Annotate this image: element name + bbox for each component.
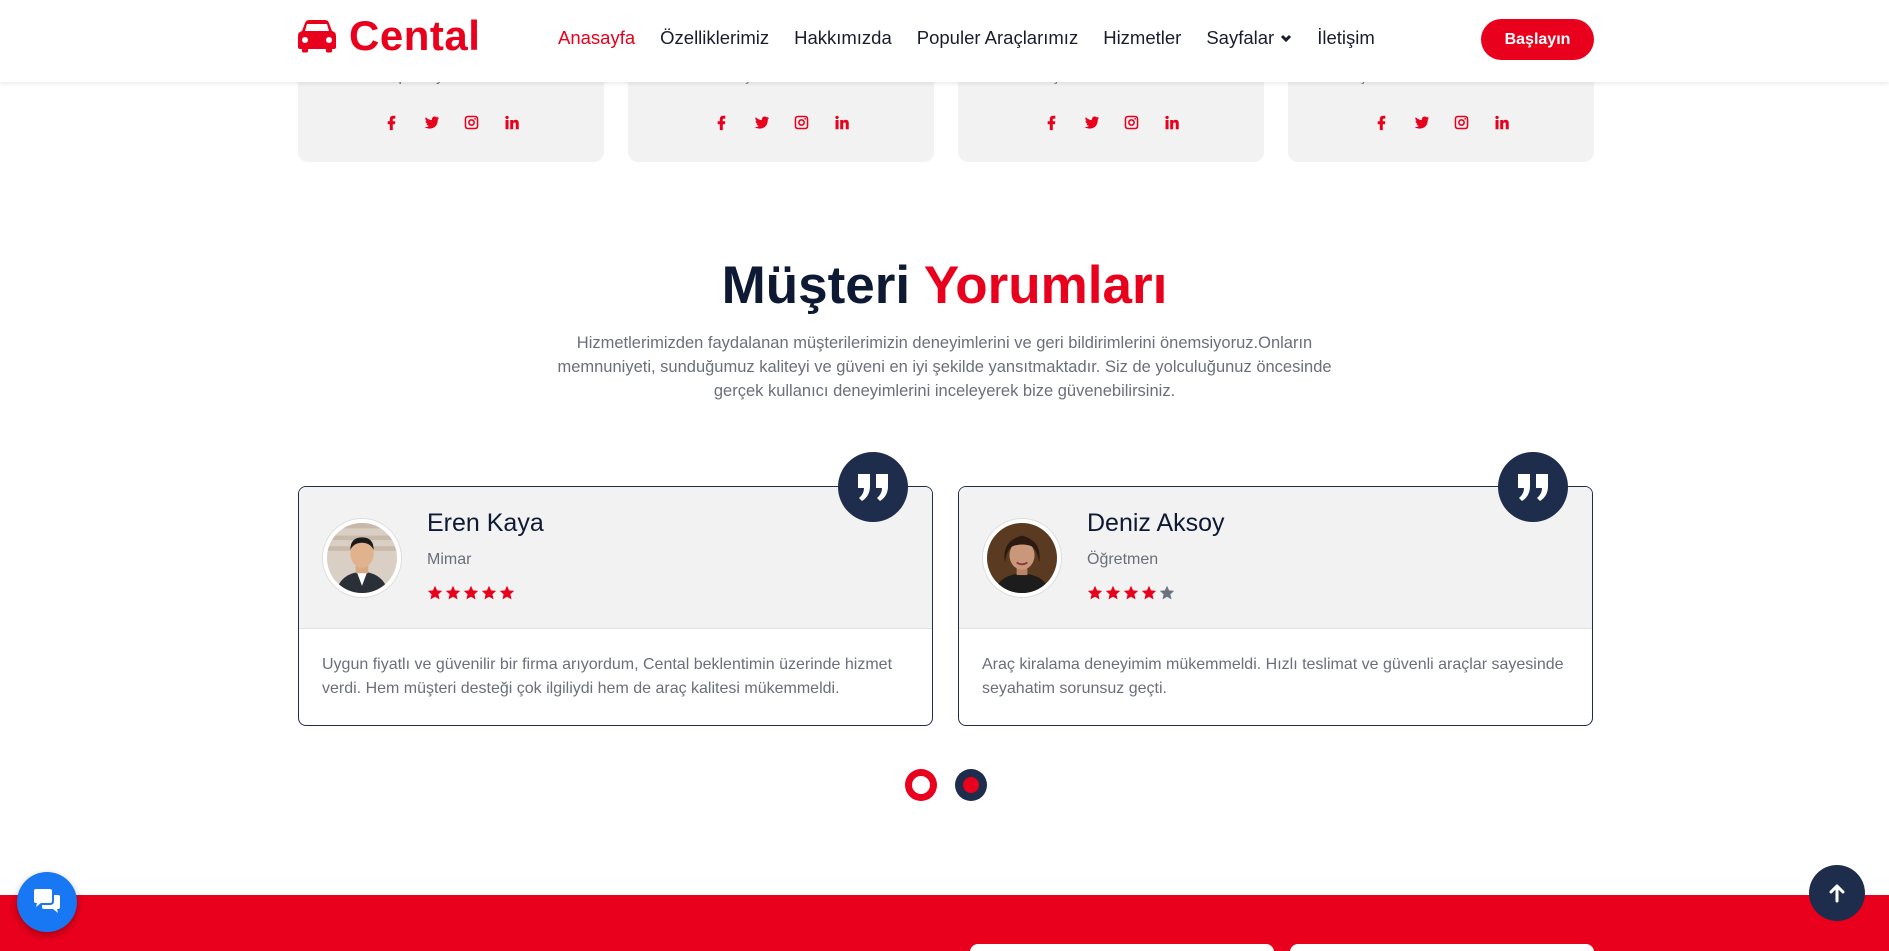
carousel-pagination <box>905 769 987 801</box>
instagram-icon[interactable] <box>791 112 811 132</box>
footer-input-field[interactable] <box>970 944 1274 951</box>
team-social-links <box>628 112 934 132</box>
brand-name: Cental <box>349 12 481 59</box>
testimonial-text: Uygun fiyatlı ve güvenilir bir firma arı… <box>322 656 893 697</box>
star-filled-icon <box>1087 585 1103 601</box>
section-title: Müşteri Yorumları <box>0 255 1889 316</box>
brand-logo[interactable]: Cental <box>297 12 480 60</box>
avatar <box>983 519 1061 597</box>
quote-glyph <box>858 474 888 501</box>
title-part-dark: Müşteri <box>721 256 911 315</box>
star-filled-icon <box>499 585 515 601</box>
team-social-links <box>1288 112 1594 132</box>
nav-item-ozelliklerimiz[interactable]: Özelliklerimiz <box>660 27 769 49</box>
back-to-top-button[interactable] <box>1809 865 1865 921</box>
star-filled-icon <box>1141 585 1157 601</box>
nav-item-iletisim[interactable]: İletişim <box>1317 27 1375 49</box>
nav-item-label: Hakkımızda <box>794 27 892 48</box>
twitter-icon[interactable] <box>421 112 441 132</box>
twitter-icon[interactable] <box>751 112 771 132</box>
star-filled-icon <box>463 585 479 601</box>
title-part-red: Yorumları <box>923 256 1168 315</box>
instagram-icon[interactable] <box>461 112 481 132</box>
testimonial-header: Eren Kaya Mimar <box>299 487 932 629</box>
quote-icon <box>1498 452 1568 522</box>
testimonial-job: Mimar <box>427 551 472 568</box>
twitter-icon[interactable] <box>1411 112 1431 132</box>
nav-item-label: Özelliklerimiz <box>660 27 770 48</box>
chat-button[interactable] <box>17 872 77 932</box>
linkedin-icon[interactable] <box>831 112 851 132</box>
twitter-icon[interactable] <box>1081 112 1101 132</box>
footer-banner <box>0 895 1889 951</box>
facebook-icon[interactable] <box>711 112 731 132</box>
avatar-image <box>327 523 397 593</box>
testimonial-name: Eren Kaya <box>427 509 544 537</box>
star-empty-icon <box>1159 585 1175 601</box>
testimonial-job: Öğretmen <box>1087 551 1159 568</box>
quote-icon <box>838 452 908 522</box>
testimonial-card: Eren Kaya Mimar Uygun fiyatlı ve güvenil… <box>298 452 933 726</box>
star-filled-icon <box>445 585 461 601</box>
carousel-dot-1[interactable] <box>905 769 937 801</box>
nav-item-label: Sayfalar <box>1206 27 1275 48</box>
quote-glyph <box>1518 474 1548 501</box>
navbar: Cental Anasayfa Özelliklerimiz Hakkımızd… <box>0 0 1889 82</box>
testimonial-text: Araç kiralama deneyimim mükemmeldi. Hızl… <box>982 656 1564 697</box>
footer-input-field[interactable] <box>1290 944 1594 951</box>
carousel-dot-2[interactable] <box>955 769 987 801</box>
facebook-icon[interactable] <box>381 112 401 132</box>
testimonial-header: Deniz Aksoy Öğretmen <box>959 487 1592 629</box>
chat-icon <box>34 889 60 913</box>
testimonial-name: Deniz Aksoy <box>1087 509 1225 537</box>
star-filled-icon <box>427 585 443 601</box>
nav-item-hakkimizda[interactable]: Hakkımızda <box>794 27 892 49</box>
facebook-icon[interactable] <box>1041 112 1061 132</box>
star-filled-icon <box>481 585 497 601</box>
nav-item-label: Anasayfa <box>558 27 636 48</box>
nav-item-label: Populer Araçlarımız <box>916 27 1079 48</box>
section-description: Hizmetlerimizden faydalanan müşterilerim… <box>557 334 1332 400</box>
linkedin-icon[interactable] <box>1491 112 1511 132</box>
arrow-up-icon <box>1829 884 1845 903</box>
nav-item-hizmetler[interactable]: Hizmetler <box>1103 27 1181 49</box>
page: Operasyon Müdürü Müşteri Temsilcisi Araç… <box>0 0 1889 951</box>
linkedin-icon[interactable] <box>1161 112 1181 132</box>
car-icon <box>298 20 336 53</box>
team-social-links <box>298 112 604 132</box>
instagram-icon[interactable] <box>1451 112 1471 132</box>
star-filled-icon <box>1105 585 1121 601</box>
facebook-icon[interactable] <box>1371 112 1391 132</box>
avatar <box>323 519 401 597</box>
nav-item-anasayfa[interactable]: Anasayfa <box>558 27 635 49</box>
nav-item-populer-araclarimiz[interactable]: Populer Araçlarımız <box>917 27 1078 49</box>
linkedin-icon[interactable] <box>501 112 521 132</box>
get-started-button[interactable]: Başlayın <box>1481 19 1594 60</box>
rating-stars <box>427 585 515 601</box>
nav-item-label: Hizmetler <box>1103 27 1182 48</box>
nav-item-label: İletişim <box>1317 27 1375 48</box>
avatar-image <box>987 523 1057 593</box>
nav-item-sayfalar[interactable]: Sayfalar <box>1206 27 1292 49</box>
nav-menu: Anasayfa Özelliklerimiz Hakkımızda Popul… <box>558 27 1400 49</box>
instagram-icon[interactable] <box>1121 112 1141 132</box>
star-filled-icon <box>1123 585 1139 601</box>
rating-stars <box>1087 585 1175 601</box>
team-social-links <box>958 112 1264 132</box>
testimonial-card: Deniz Aksoy Öğretmen Araç kiralama deney… <box>958 452 1593 726</box>
chevron-down-icon <box>1281 34 1292 43</box>
